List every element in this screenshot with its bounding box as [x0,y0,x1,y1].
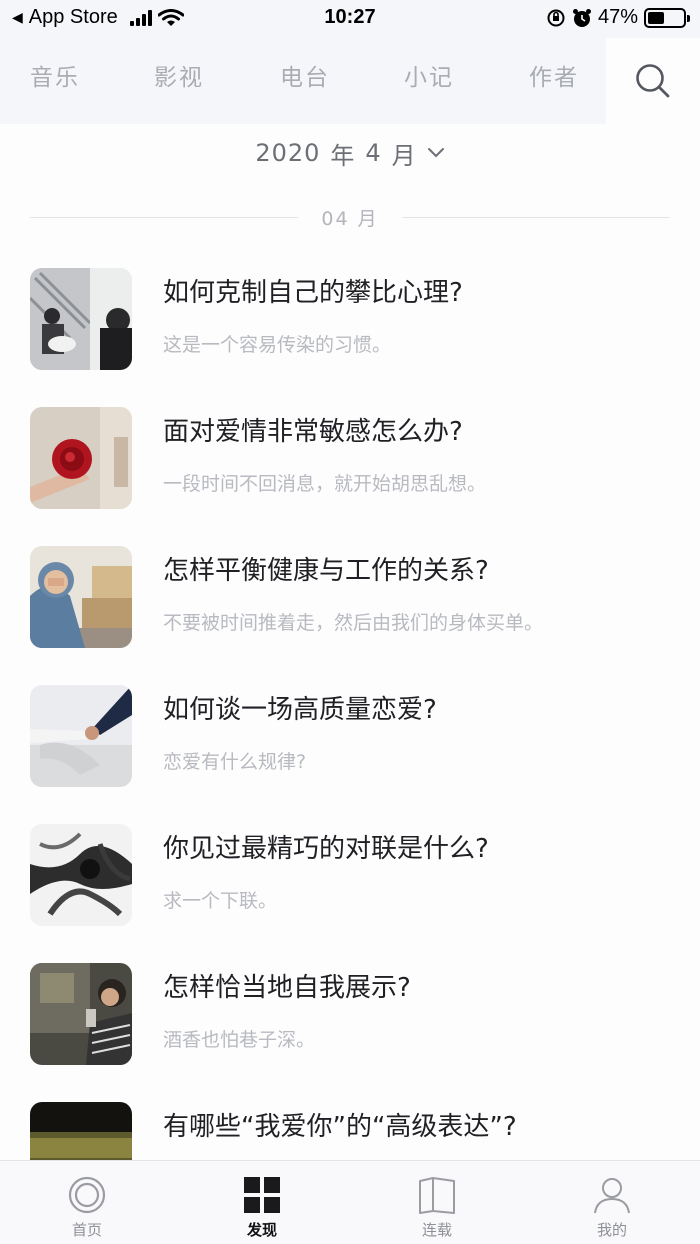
person-icon [594,1178,630,1214]
bottom-tab-bar: 首页 发现 连载 我的 [0,1160,700,1244]
tab-label: 连载 [421,1221,452,1239]
article-summary: 求一个下联。 [163,890,278,912]
battery-icon [644,7,690,28]
article-title: 你见过最精巧的对联是什么? [163,834,489,864]
tab-home[interactable]: 首页 [27,1161,147,1244]
article-title: 怎样恰当地自我展示? [163,973,411,1003]
article-thumbnail [30,268,132,370]
home-ring-icon [68,1176,106,1214]
alarm-icon [572,8,591,27]
month-divider: 04 月 [30,204,670,230]
article-item[interactable]: 怎样平衡健康与工作的关系? 不要被时间推着走，然后由我们的身体买单。 [0,546,700,648]
tab-authors[interactable]: 作者 [529,58,579,92]
tab-discover[interactable]: 发现 [202,1161,322,1244]
status-bar: ◀ App Store 10:27 47% [0,0,700,38]
tab-notes[interactable]: 小记 [404,58,454,92]
article-list: 如何克制自己的攀比心理? 这是一个容易传染的习惯。 面对爱情非常敏感怎么办? 一… [0,268,700,1160]
article-item[interactable]: 面对爱情非常敏感怎么办? 一段时间不回消息，就开始胡思乱想。 [0,407,700,509]
article-item[interactable]: 怎样恰当地自我展示? 酒香也怕巷子深。 [0,963,700,1065]
article-summary: 一段时间不回消息，就开始胡思乱想。 [163,473,487,495]
search-button[interactable] [606,38,700,124]
article-title: 如何克制自己的攀比心理? [163,278,463,308]
book-icon [419,1177,455,1214]
year-unit: 年 [330,141,356,170]
tab-film[interactable]: 影视 [154,58,204,92]
tab-label: 我的 [596,1221,627,1239]
article-summary: 不要被时间推着走，然后由我们的身体买单。 [163,612,544,634]
tab-serial[interactable]: 连载 [377,1161,497,1244]
orientation-lock-icon [547,9,565,26]
battery-level-fill [648,11,664,24]
article-thumbnail [30,407,132,509]
divider-line-right [402,217,670,218]
article-thumbnail [30,546,132,648]
article-item[interactable]: 你见过最精巧的对联是什么? 求一个下联。 [0,824,700,926]
month-unit: 月 [391,141,417,170]
month-value: 4 [365,139,382,167]
article-summary: 这是一个容易传染的习惯。 [163,334,392,356]
tab-music[interactable]: 音乐 [30,58,80,92]
category-nav: 音乐 影视 电台 小记 作者 [0,38,700,124]
article-item[interactable]: 如何克制自己的攀比心理? 这是一个容易传染的习惯。 [0,268,700,370]
article-title: 有哪些“我爱你”的“高级表达”? [163,1112,517,1142]
tab-label: 首页 [71,1221,102,1239]
battery-percentage: 47% [597,6,638,28]
article-title: 怎样平衡健康与工作的关系? [163,556,489,586]
month-selector[interactable]: 2020 年 4 月 [0,136,700,170]
tab-mine[interactable]: 我的 [552,1161,672,1244]
search-icon [636,64,670,98]
tab-label: 发现 [246,1221,277,1239]
tab-radio[interactable]: 电台 [280,58,330,92]
article-thumbnail [30,1102,132,1160]
chevron-down-icon [427,148,444,158]
article-thumbnail [30,963,132,1065]
article-summary: 酒香也怕巷子深。 [163,1029,316,1051]
year-value: 2020 [255,139,321,167]
article-summary: 恋爱有什么规律? [163,751,307,773]
article-thumbnail [30,824,132,926]
article-title: 面对爱情非常敏感怎么办? [163,417,463,447]
article-thumbnail [30,685,132,787]
article-item[interactable]: 如何谈一场高质量恋爱? 恋爱有什么规律? [0,685,700,787]
article-item[interactable]: 有哪些“我爱你”的“高级表达”? [0,1102,700,1160]
grid-icon [244,1177,280,1213]
article-title: 如何谈一场高质量恋爱? [163,695,437,725]
